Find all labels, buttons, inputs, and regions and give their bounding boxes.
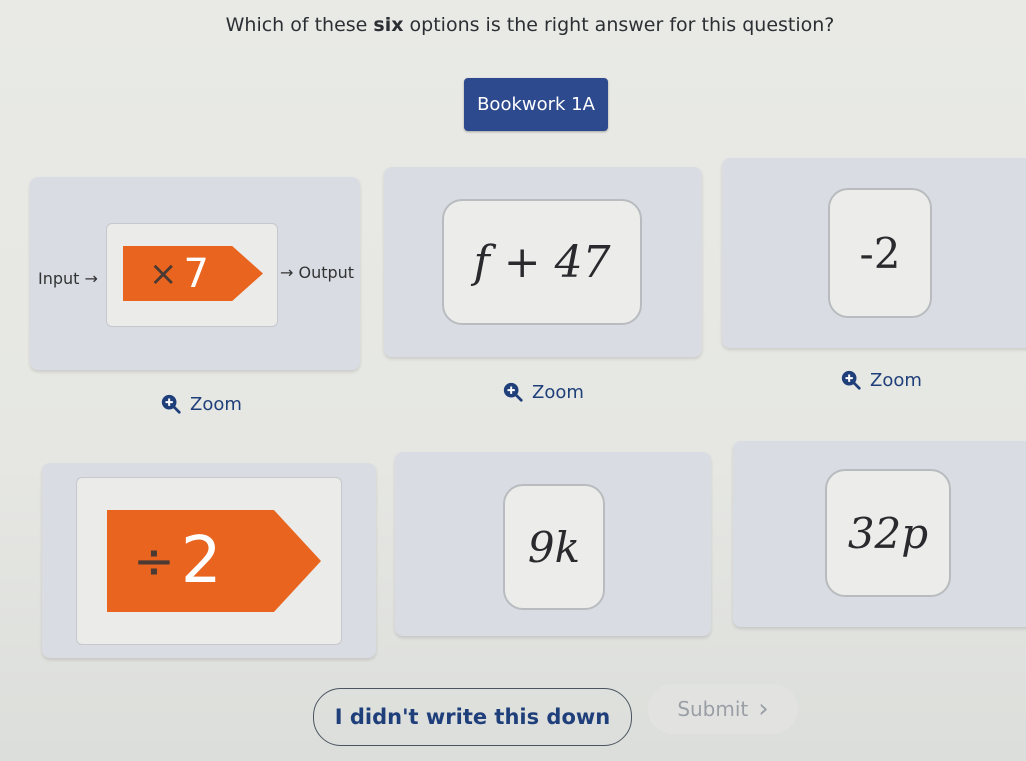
question-text: Which of these six options is the right … [0,14,1026,36]
expression-box: 32p [825,469,951,597]
zoom-in-icon [841,370,861,390]
expression-value: -2 [859,228,901,278]
function-box: × 7 [106,223,278,327]
option-card-1[interactable]: Input → × 7 → Output [30,177,360,370]
operand-value: 2 [180,524,222,598]
question-suffix: options is the right answer for this que… [403,14,835,36]
zoom-label: Zoom [870,369,922,391]
option-card-5[interactable]: 9k [395,452,711,636]
function-box: ÷ 2 [76,477,342,645]
zoom-button-2[interactable]: Zoom [502,381,584,403]
zoom-in-icon [161,394,181,414]
input-label: Input → [38,269,98,288]
expression-value: 9k [527,522,581,572]
bookwork-badge[interactable]: Bookwork 1A [464,78,608,131]
zoom-button-1[interactable]: Zoom [160,393,242,415]
option-card-2[interactable]: f + 47 [384,167,702,357]
option-card-6[interactable]: 32p [733,441,1026,627]
option-card-4[interactable]: ÷ 2 [42,463,376,658]
didnt-write-button[interactable]: I didn't write this down [313,688,632,746]
zoom-button-3[interactable]: Zoom [840,369,922,391]
option-card-3[interactable]: -2 [722,158,1026,348]
chevron-right-icon: › [758,694,769,724]
multiply-icon: × [149,253,178,294]
submit-label: Submit [677,697,749,721]
operand-value: 7 [183,250,209,297]
divide-tag: ÷ 2 [107,510,321,612]
zoom-in-icon [503,382,523,402]
zoom-label: Zoom [532,381,584,403]
output-label: → Output [280,263,355,282]
expression-box: f + 47 [442,199,642,325]
submit-button[interactable]: Submit › [648,684,798,734]
expression-box: -2 [828,188,932,318]
expression-value: 32p [847,508,929,558]
question-prefix: Which of these [225,14,374,36]
question-emphasis: six [373,14,404,36]
zoom-label: Zoom [190,393,242,415]
expression-value: f + 47 [473,236,611,288]
expression-box: 9k [503,484,605,610]
multiply-tag: × 7 [123,246,263,301]
divide-icon: ÷ [133,532,175,590]
